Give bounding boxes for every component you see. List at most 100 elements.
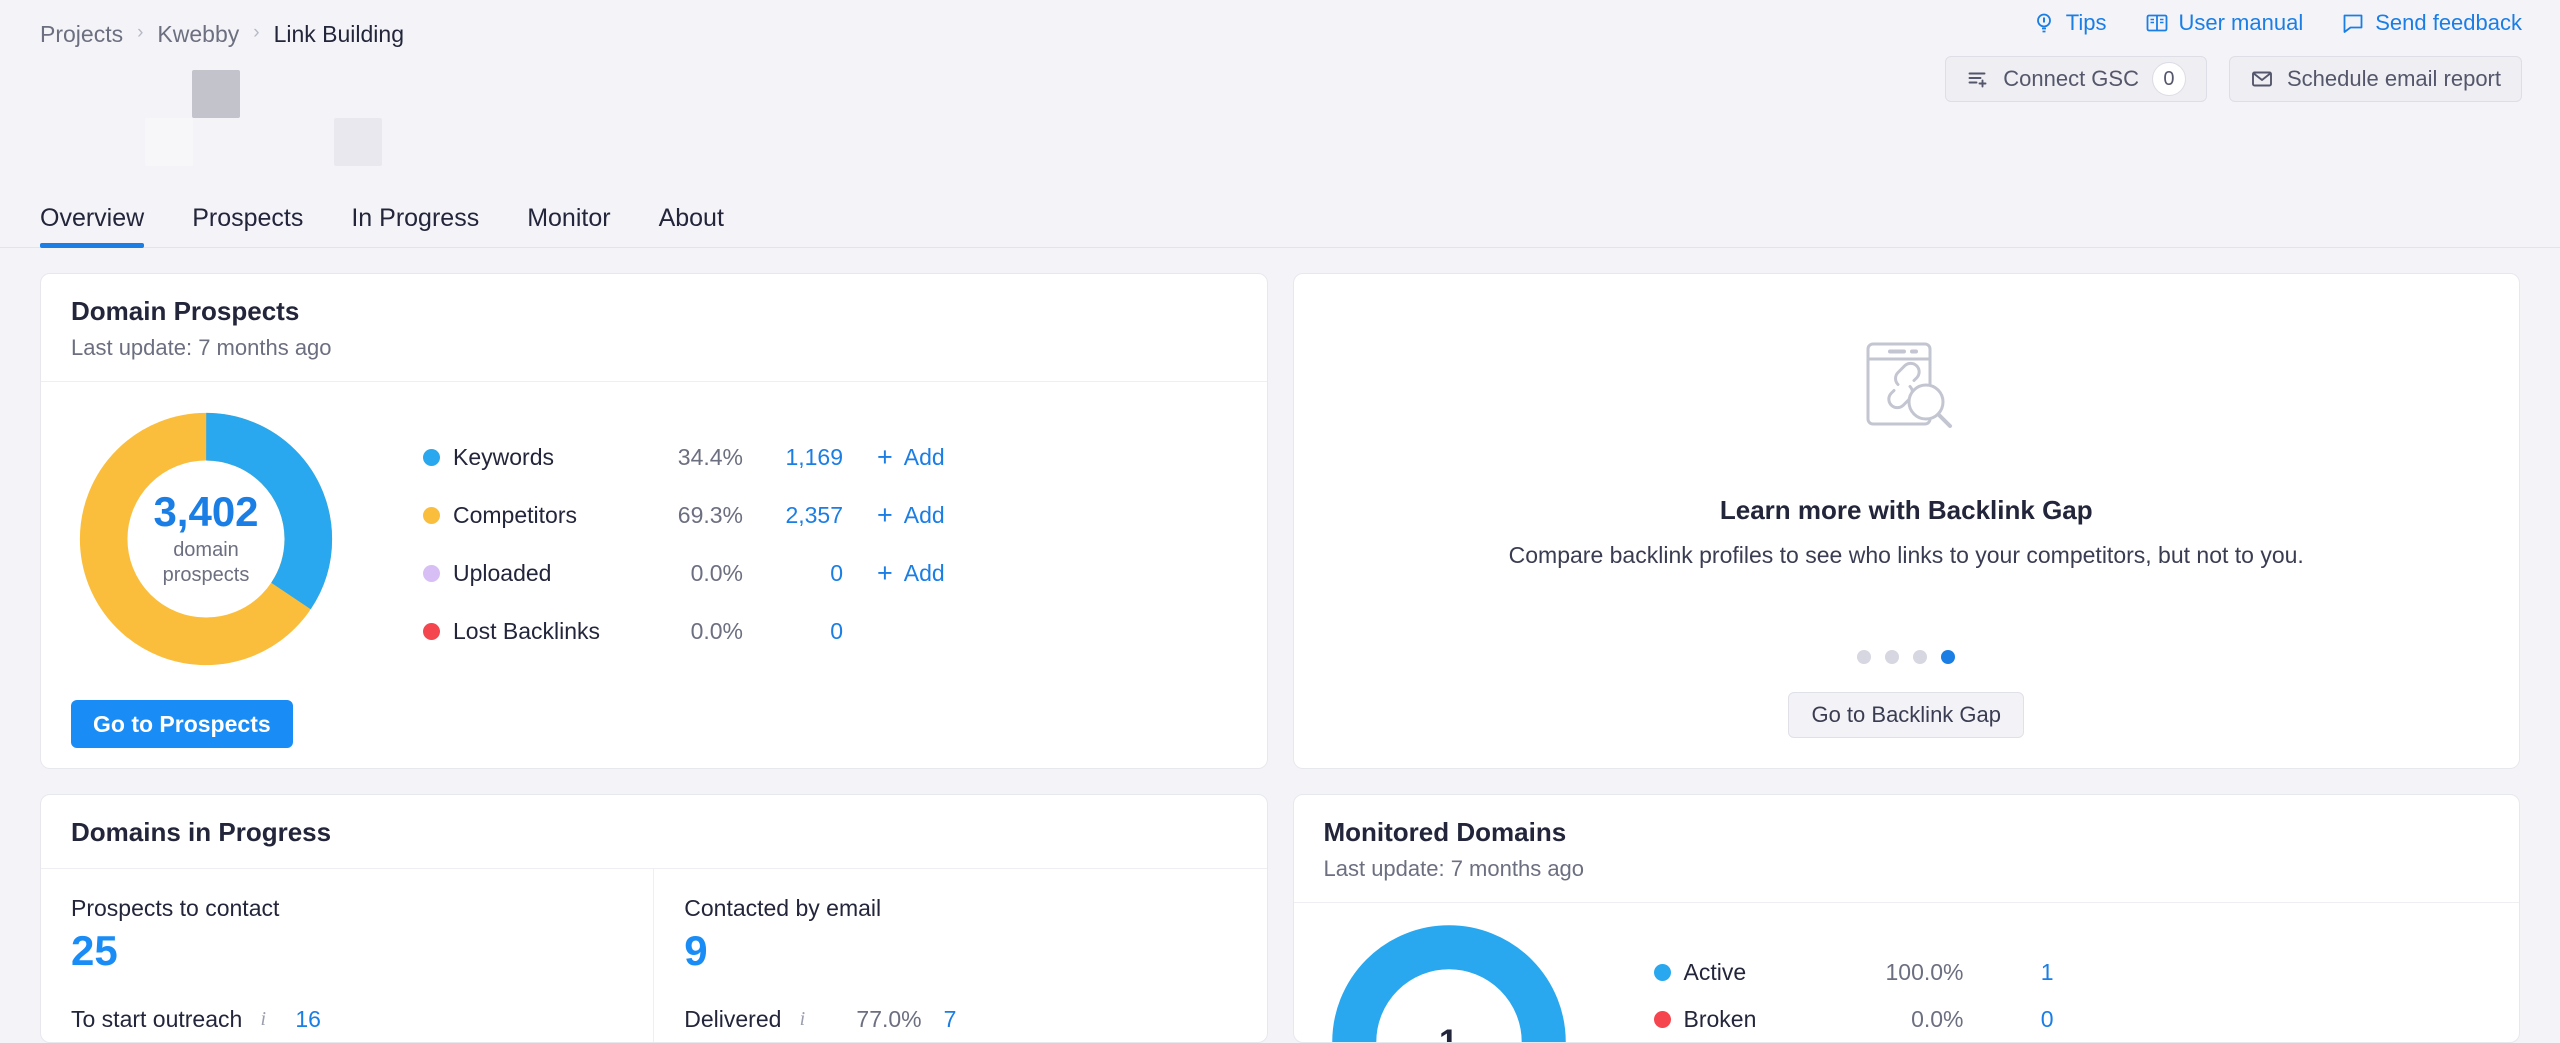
send-feedback-link[interactable]: Send feedback bbox=[2341, 10, 2522, 36]
legend-item-keywords: Keywords bbox=[423, 444, 633, 471]
tab-in-progress-label: In Progress bbox=[351, 204, 480, 232]
legend-count[interactable]: 1 bbox=[1964, 959, 2054, 986]
carousel-dot-2[interactable] bbox=[1885, 650, 1900, 664]
tab-about[interactable]: About bbox=[635, 204, 748, 247]
domain-prospects-body: 3,402 domain prospects Go to Prospects K… bbox=[41, 382, 1267, 768]
metric-sub-count[interactable]: 16 bbox=[295, 1006, 321, 1033]
tab-about-label: About bbox=[658, 204, 724, 232]
header-buttons: Connect GSC 0 Schedule email report bbox=[1945, 56, 2522, 102]
backlink-gap-promo-card: Learn more with Backlink Gap Compare bac… bbox=[1292, 273, 2520, 769]
metric-value[interactable]: 25 bbox=[71, 927, 623, 974]
legend-count[interactable]: 0 bbox=[1964, 1006, 2054, 1033]
legend-row: Uploaded 0.0% 0 + Add bbox=[423, 544, 1237, 602]
legend-item-active: Active bbox=[1653, 959, 1834, 986]
legend-count[interactable]: 0 bbox=[743, 618, 843, 645]
carousel-dot-1[interactable] bbox=[1857, 650, 1872, 664]
domains-in-progress-header: Domains in Progress bbox=[41, 795, 1267, 869]
info-icon[interactable]: i bbox=[792, 1008, 812, 1030]
carousel-dots bbox=[1857, 650, 1956, 664]
metric-prospects-to-contact: Prospects to contact 25 To start outreac… bbox=[41, 869, 655, 1042]
go-to-prospects-button[interactable]: Go to Prospects bbox=[71, 700, 293, 748]
legend-item-lost-backlinks: Lost Backlinks bbox=[423, 618, 633, 645]
donut-svg bbox=[79, 412, 333, 666]
tab-in-progress[interactable]: In Progress bbox=[327, 204, 503, 247]
carousel-dot-4[interactable] bbox=[1941, 650, 1956, 664]
legend-label: Lost Backlinks bbox=[453, 617, 601, 644]
tab-overview-label: Overview bbox=[40, 204, 145, 232]
domain-prospects-header: Domain Prospects Last update: 7 months a… bbox=[41, 274, 1267, 382]
dashboard-grid: Domain Prospects Last update: 7 months a… bbox=[0, 248, 2560, 1043]
legend-count[interactable]: 0 bbox=[743, 560, 843, 587]
plus-icon: + bbox=[877, 441, 893, 472]
connect-gsc-count-badge: 0 bbox=[2151, 62, 2186, 96]
metric-sub-label: To start outreach bbox=[71, 1006, 243, 1033]
metric-sub-count[interactable]: 7 bbox=[944, 1006, 957, 1033]
monitored-domains-donut: 1 bbox=[1324, 917, 1624, 1042]
domain-prospects-last-update: Last update: 7 months ago bbox=[71, 335, 332, 360]
legend-label: Keywords bbox=[453, 443, 554, 470]
lightbulb-icon bbox=[2032, 11, 2056, 35]
tips-label: Tips bbox=[2065, 10, 2107, 35]
send-feedback-label: Send feedback bbox=[2375, 10, 2522, 35]
tab-prospects[interactable]: Prospects bbox=[168, 204, 327, 247]
legend-color-dot bbox=[423, 506, 440, 524]
legend-label: Broken bbox=[1683, 1006, 1757, 1032]
legend-percent: 34.4% bbox=[677, 443, 743, 470]
metric-value[interactable]: 9 bbox=[684, 927, 1236, 974]
legend-color-dot bbox=[423, 564, 440, 582]
metric-sub-percent: 77.0% bbox=[856, 1006, 922, 1033]
monitored-domains-body: 1 Active 100.0% 1 Broken 0.0% 0 bbox=[1294, 903, 2520, 1042]
go-to-backlink-gap-button[interactable]: Go to Backlink Gap bbox=[1788, 692, 2025, 738]
legend-label: Active bbox=[1683, 959, 1747, 985]
legend-color-dot bbox=[1653, 1011, 1671, 1028]
backlink-gap-illustration-icon bbox=[1846, 328, 1966, 453]
domain-prospects-legend: Keywords 34.4% 1,169 + Add Competitors 6… bbox=[371, 400, 1237, 748]
header-links: Tips User manual Send feedback bbox=[2032, 10, 2522, 36]
legend-count[interactable]: 1,169 bbox=[743, 444, 843, 471]
monitored-domains-card: Monitored Domains Last update: 7 months … bbox=[1292, 794, 2520, 1043]
legend-color-dot bbox=[1653, 964, 1671, 981]
loading-skeleton-block bbox=[145, 118, 193, 166]
domain-prospects-donut: 3,402 domain prospects bbox=[71, 404, 341, 674]
schedule-email-report-label: Schedule email report bbox=[2286, 66, 2501, 91]
legend-percent: 0.0% bbox=[690, 617, 743, 644]
legend-color-dot bbox=[423, 448, 440, 466]
domain-prospects-card: Domain Prospects Last update: 7 months a… bbox=[40, 273, 1268, 769]
breadcrumb-item-projects[interactable]: Projects bbox=[40, 20, 123, 48]
metric-label: Contacted by email bbox=[684, 895, 882, 921]
metric-contacted-by-email: Contacted by email 9 Delivered i 77.0% 7 bbox=[654, 869, 1266, 1042]
monitored-domains-header: Monitored Domains Last update: 7 months … bbox=[1293, 795, 2519, 903]
breadcrumb-item-kwebby[interactable]: Kwebby bbox=[157, 20, 239, 48]
tab-overview[interactable]: Overview bbox=[16, 204, 168, 248]
metric-sub-row: To start outreach i 16 bbox=[71, 1006, 623, 1033]
add-keywords-button[interactable]: + Add bbox=[843, 441, 963, 472]
connect-gsc-button[interactable]: Connect GSC 0 bbox=[1945, 56, 2207, 102]
schedule-email-report-button[interactable]: Schedule email report bbox=[2228, 56, 2522, 102]
add-label: Add bbox=[903, 443, 945, 470]
add-uploaded-button[interactable]: + Add bbox=[843, 557, 963, 588]
envelope-icon bbox=[2250, 67, 2274, 91]
add-competitors-button[interactable]: + Add bbox=[843, 501, 963, 529]
domains-in-progress-title: Domains in Progress bbox=[71, 817, 332, 847]
plus-icon: + bbox=[877, 557, 893, 588]
legend-percent: 0.0% bbox=[1911, 1006, 1964, 1032]
tab-monitor[interactable]: Monitor bbox=[503, 204, 634, 247]
legend-percent: 100.0% bbox=[1885, 959, 1964, 985]
loading-skeleton-block bbox=[334, 118, 382, 166]
backlink-gap-title: Learn more with Backlink Gap bbox=[1719, 495, 2093, 525]
legend-percent: 0.0% bbox=[690, 559, 743, 586]
connect-gsc-label: Connect GSC bbox=[2003, 66, 2139, 91]
legend-row: Active 100.0% 1 bbox=[1653, 949, 2490, 996]
legend-row: Keywords 34.4% 1,169 + Add bbox=[423, 428, 1237, 486]
top-bar: Projects › Kwebby › Link Building Tips U… bbox=[0, 0, 2560, 248]
tab-prospects-label: Prospects bbox=[192, 204, 304, 232]
tips-link[interactable]: Tips bbox=[2032, 10, 2107, 36]
backlink-gap-description: Compare backlink profiles to see who lin… bbox=[1508, 542, 2304, 568]
metric-sub-label: Delivered bbox=[684, 1006, 782, 1033]
user-manual-link[interactable]: User manual bbox=[2145, 10, 2303, 36]
domains-in-progress-card: Domains in Progress Prospects to contact… bbox=[40, 794, 1268, 1043]
legend-count[interactable]: 2,357 bbox=[743, 502, 843, 529]
legend-item-broken: Broken bbox=[1653, 1006, 1834, 1033]
carousel-dot-3[interactable] bbox=[1913, 650, 1928, 664]
info-icon[interactable]: i bbox=[253, 1008, 273, 1030]
